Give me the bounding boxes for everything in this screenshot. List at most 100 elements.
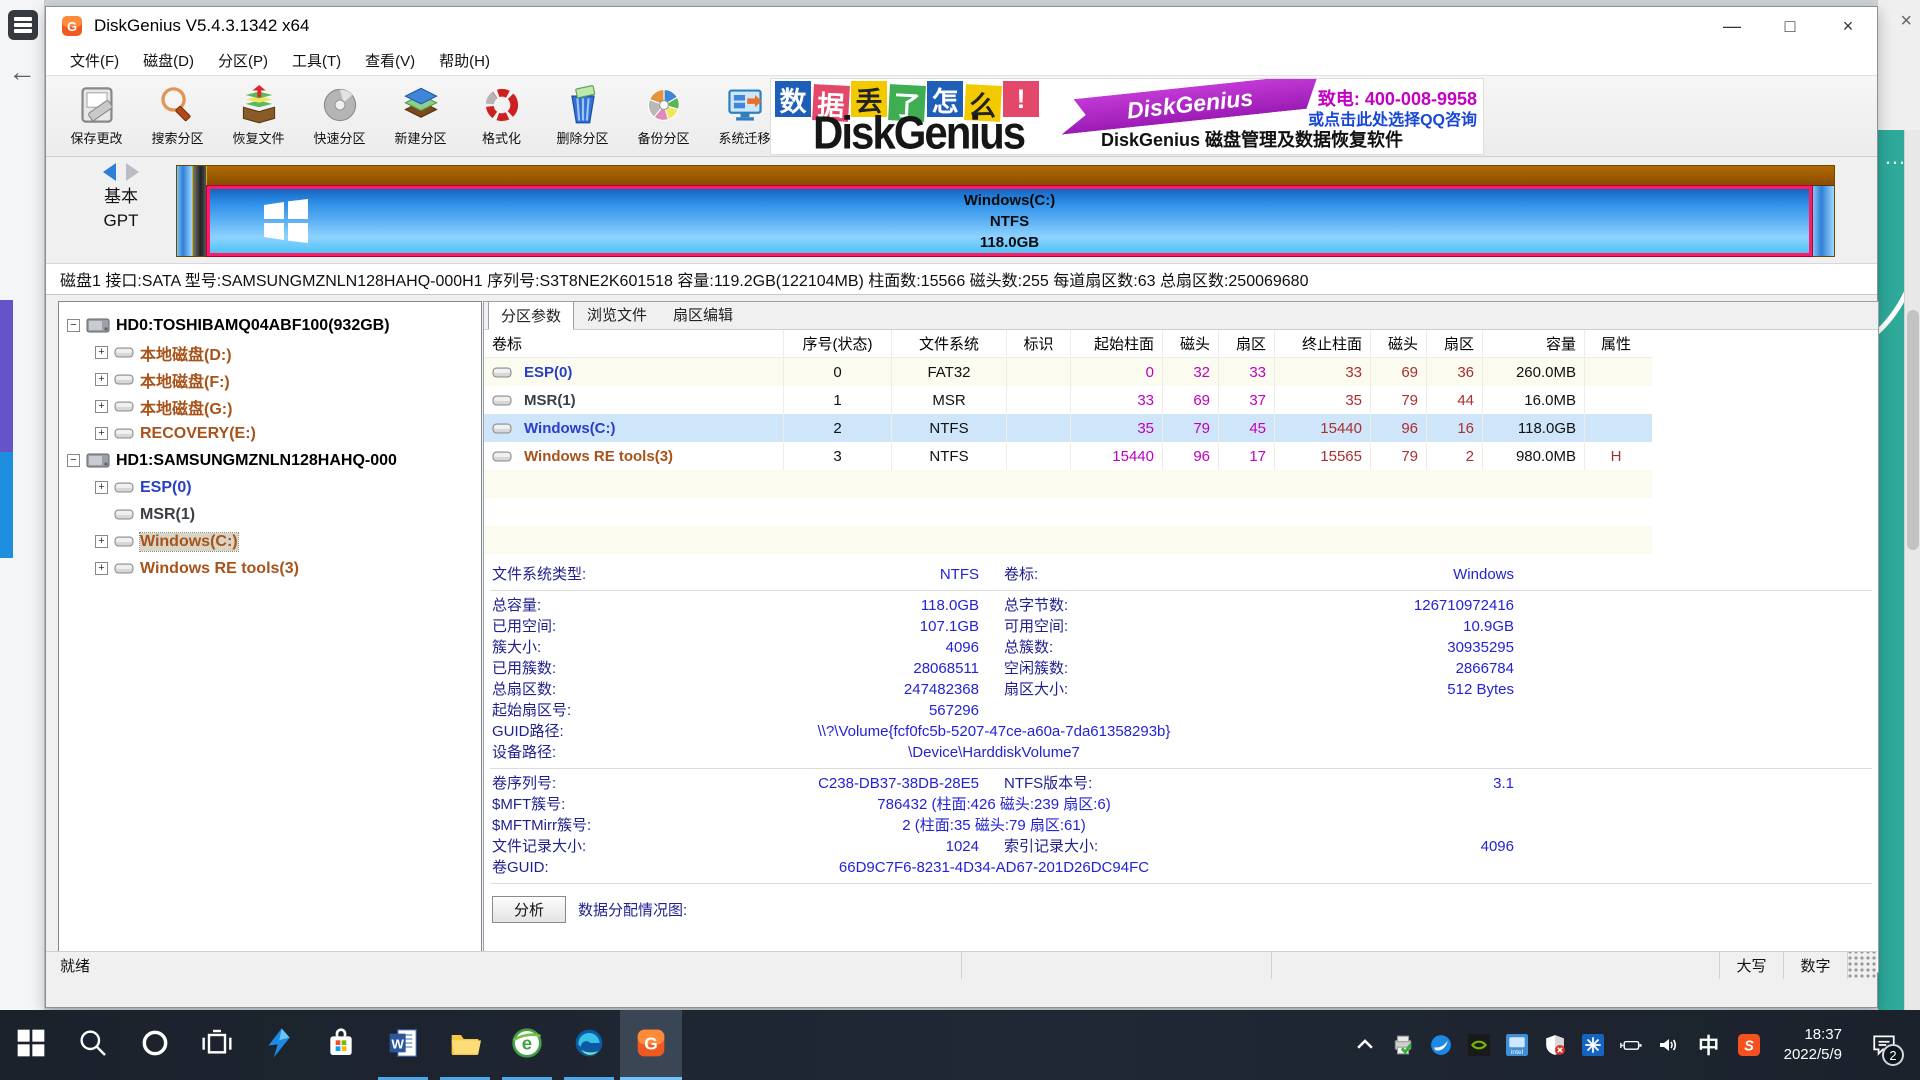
detail-row: 起始扇区号:567296 [484,700,1878,721]
detail-value: 4096 [1184,836,1514,857]
menu-item-0[interactable]: 文件(F) [58,47,131,74]
background-scrollbar[interactable] [1904,130,1920,1010]
table-cell: NTFS [892,442,1007,470]
table-row-windows-re-tools-3-[interactable]: Windows RE tools(3)3NTFS1544096171556579… [484,442,1652,470]
taskbar-word-icon[interactable]: W [372,1010,434,1080]
partition-windows-c[interactable]: Windows(C:) NTFS 118.0GB [207,186,1812,256]
prev-disk-icon[interactable] [103,163,116,181]
toolbar-quick-partition-button[interactable]: 快速分区 [299,79,380,153]
menu-item-5[interactable]: 帮助(H) [427,47,502,74]
tab-0[interactable]: 分区参数 [488,301,574,330]
tree-item-3[interactable]: +本地磁盘(G:) [59,393,481,420]
tree-item-5[interactable]: −HD1:SAMSUNGMZNLN128HAHQ-000 [59,447,481,474]
battery-icon[interactable] [1616,1010,1646,1080]
taskbar-cortana-icon[interactable] [124,1010,186,1080]
expand-icon[interactable]: + [95,535,108,548]
maximize-button[interactable]: □ [1761,7,1819,45]
collapse-icon[interactable]: − [67,454,80,467]
close-button[interactable]: × [1819,7,1877,45]
toolbar-search-button[interactable]: 搜索分区 [137,79,218,153]
volume-name: MSR(1) [524,392,576,409]
table-row-esp-0-[interactable]: ESP(0)0FAT3203233336936260.0MB [484,358,1652,386]
taskbar-green-e-browser-icon[interactable]: e [496,1010,558,1080]
tree-item-4[interactable]: + RECOVERY(E:) [59,420,481,447]
tree-item-label: RECOVERY(E:) [140,425,256,443]
next-disk-icon[interactable] [126,163,139,181]
table-row-windows-c-[interactable]: Windows(C:)2NTFS357945154409616118.0GB [484,414,1652,442]
taskbar-search-icon-taskbar[interactable] [62,1010,124,1080]
toolbar-new-partition-button[interactable]: 新建分区 [380,79,461,153]
wallpaper-blue-strip [0,452,13,558]
tree-item-1[interactable]: +本地磁盘(D:) [59,339,481,366]
tree-item-6[interactable]: +ESP(0) [59,474,481,501]
table-cell: FAT32 [892,358,1007,386]
column-header: 扇区 [1427,330,1483,357]
chevron-up-icon[interactable] [1350,1010,1380,1080]
tab-2[interactable]: 扇区编辑 [660,301,746,329]
background-window-left: ← [0,0,45,1010]
status-bar: 就绪 大写 数字 [46,951,1877,979]
tree-item-0[interactable]: −HD0:TOSHIBAMQ04ABF100(932GB) [59,312,481,339]
ime-chinese-indicator[interactable]: 中 [1692,1010,1726,1080]
toolbar-recover-button[interactable]: 恢复文件 [218,79,299,153]
resize-grip[interactable] [1847,952,1877,979]
menu-item-1[interactable]: 磁盘(D) [131,47,206,74]
table-cell: 33 [1275,358,1371,386]
menu-item-2[interactable]: 分区(P) [206,47,280,74]
table-cell [1007,414,1071,442]
toolbar-delete-button[interactable]: 删除分区 [542,79,623,153]
taskbar-start-icon[interactable] [0,1010,62,1080]
tab-1[interactable]: 浏览文件 [574,301,660,329]
taskbar-explorer-icon[interactable] [434,1010,496,1080]
table-cell: 44 [1427,386,1483,414]
column-header: 扇区 [1219,330,1275,357]
volume-icon[interactable] [1654,1010,1684,1080]
volume-name-cell: Windows RE tools(3) [484,442,784,470]
taskbar-edge-icon[interactable] [558,1010,620,1080]
expand-icon[interactable]: + [95,400,108,413]
partition-esp-sliver[interactable] [177,166,193,256]
search-icon [158,85,198,125]
minimize-button[interactable]: — [1703,7,1761,45]
analyze-button[interactable]: 分析 [492,896,566,923]
menu-item-4[interactable]: 查看(V) [353,47,427,74]
partition-icon [114,346,134,359]
defender-icon[interactable] [1540,1010,1570,1080]
detail-label: 已用空间: [492,616,556,637]
partition-msr-sliver[interactable] [193,166,207,256]
collapse-icon[interactable]: − [67,319,80,332]
printer-check-icon[interactable] [1388,1010,1418,1080]
sogou-icon[interactable]: S [1734,1010,1764,1080]
intel-icon[interactable]: intel [1502,1010,1532,1080]
table-row-msr-1-[interactable]: MSR(1)1MSR33693735794416.0MB [484,386,1652,414]
bird-icon[interactable] [1426,1010,1456,1080]
table-cell [1007,386,1071,414]
detail-label: 空闲簇数: [1004,658,1068,679]
action-center-icon[interactable]: 2 [1862,1010,1906,1080]
thunder-icon [263,1027,295,1064]
toolbar-save-button[interactable]: 保存更改 [56,79,137,153]
tree-item-7[interactable]: +MSR(1) [59,501,481,528]
taskbar-task-view-icon[interactable] [186,1010,248,1080]
expand-icon[interactable]: + [95,562,108,575]
snowflake-icon[interactable] [1578,1010,1608,1080]
tree-item-8[interactable]: +Windows(C:) [59,528,481,555]
tree-item-9[interactable]: +Windows RE tools(3) [59,555,481,582]
expand-icon[interactable]: + [95,427,108,440]
expand-icon[interactable]: + [95,481,108,494]
expand-icon[interactable]: + [95,373,108,386]
tree-item-2[interactable]: +本地磁盘(F:) [59,366,481,393]
menu-item-3[interactable]: 工具(T) [280,47,353,74]
taskbar-store-icon[interactable] [310,1010,372,1080]
table-cell: 33 [1219,358,1275,386]
toolbar-backup-button[interactable]: 备份分区 [623,79,704,153]
window-title: DiskGenius V5.4.3.1342 x64 [94,16,309,36]
taskbar-thunder-icon[interactable] [248,1010,310,1080]
taskbar-diskgenius-icon[interactable]: G [620,1010,682,1080]
toolbar-format-button[interactable]: 格式化 [461,79,542,153]
taskbar-clock[interactable]: 18:37 2022/5/9 [1772,1025,1854,1065]
expand-icon[interactable]: + [95,346,108,359]
ad-banner[interactable]: 数据丢了怎么! DiskGenius DiskGenius 致电: 400-00… [770,78,1484,155]
nvidia-icon[interactable] [1464,1010,1494,1080]
partition-re-sliver[interactable] [1812,186,1834,256]
